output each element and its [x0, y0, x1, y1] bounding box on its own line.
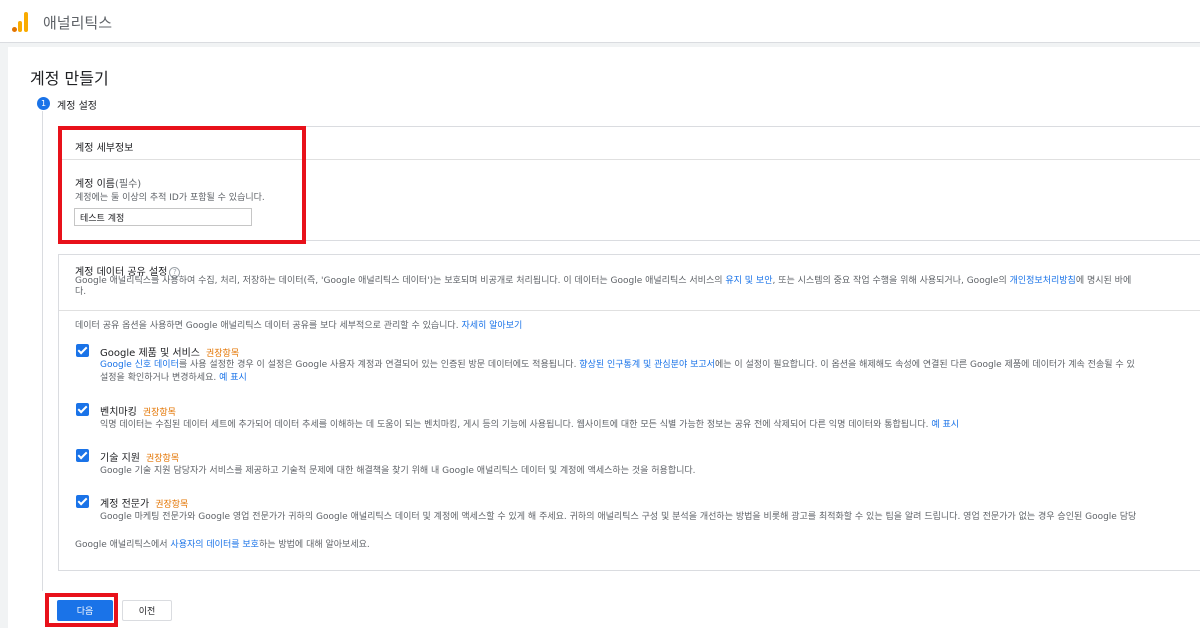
- google-signals-link[interactable]: Google 신호 데이터: [100, 360, 179, 370]
- data-sharing-description-line2: 다.: [75, 287, 87, 297]
- logo-bar-tall: [24, 12, 28, 32]
- stepper-line: [42, 111, 43, 591]
- logo-dot: [12, 27, 17, 32]
- app-title: 애널리틱스: [43, 14, 113, 32]
- highlight-box-next-button: [45, 593, 118, 627]
- option-desc-text: 설정을 확인하거나 변경하세요.: [100, 373, 217, 383]
- data-sharing-card: 계정 데이터 공유 설정? Google 애널리틱스를 사용하여 수집, 처리,…: [58, 254, 1200, 571]
- desc-text-3: 에 명시된 바에: [1075, 276, 1132, 286]
- option-desc-text: 익명 데이터는 수집된 데이터 세트에 추가되어 데이터 추세를 이해하는 데 …: [100, 420, 929, 430]
- recommended-badge: 권장항목: [206, 349, 240, 359]
- data-protection-footer: Google 애널리틱스에서 사용자의 데이터를 보호하는 방법에 대해 알아보…: [75, 540, 370, 551]
- option-technical-support-title: 기술 지원 권장항목: [100, 449, 179, 464]
- step-label: 계정 설정: [57, 101, 97, 112]
- recommended-badge: 권장항목: [142, 408, 176, 418]
- option-google-products-title: Google 제품 및 서비스 권장항목: [100, 344, 239, 359]
- checkbox-google-products[interactable]: [76, 344, 89, 357]
- sharing-intro: 데이터 공유 옵션을 사용하면 Google 애널리틱스 데이터 공유를 보다 …: [75, 321, 522, 332]
- option-desc-text: 에는 이 설정이 필요합니다. 이 옵션을 해제해도 속성에 연결된 다른 Go…: [714, 360, 1135, 370]
- desc-text-1: Google 애널리틱스를 사용하여 수집, 처리, 저장하는 데이터(즉, '…: [75, 276, 726, 286]
- logo-bar-short: [18, 21, 22, 32]
- page-title: 계정 만들기: [30, 69, 109, 88]
- data-sharing-description: Google 애널리틱스를 사용하여 수집, 처리, 저장하는 데이터(즉, '…: [75, 276, 1131, 287]
- option-google-products-desc: Google 신호 데이터를 사용 설정한 경우 이 설정은 Google 사용…: [100, 359, 1135, 371]
- option-title-text: 벤치마킹: [100, 407, 137, 418]
- option-benchmarking-title: 벤치마킹 권장항목: [100, 403, 176, 418]
- option-account-specialists-desc: Google 마케팅 전문가와 Google 영업 전문가가 귀하의 Googl…: [100, 512, 1137, 522]
- top-bar: 애널리틱스: [0, 0, 1200, 43]
- checkbox-account-specialists[interactable]: [76, 495, 89, 508]
- option-technical-support-desc: Google 기술 지원 담당자가 서비스를 제공하고 기술적 문제에 대한 해…: [100, 466, 696, 476]
- step-number-badge: 1: [37, 97, 50, 110]
- privacy-policy-link[interactable]: 개인정보처리방침: [1010, 276, 1076, 286]
- maintenance-security-link[interactable]: 유지 및 보안: [725, 276, 772, 286]
- previous-button[interactable]: 이전: [122, 600, 172, 621]
- option-title-text: 기술 지원: [100, 453, 140, 464]
- recommended-badge: 권장항목: [155, 500, 189, 510]
- option-benchmarking-desc: 익명 데이터는 수집된 데이터 세트에 추가되어 데이터 추세를 이해하는 데 …: [100, 419, 959, 431]
- highlight-box-account-details: [58, 126, 306, 244]
- card-divider: [59, 310, 1200, 311]
- option-title-text: Google 제품 및 서비스: [100, 348, 200, 359]
- analytics-logo-icon[interactable]: [12, 12, 30, 32]
- option-google-products-desc-line2: 설정을 확인하거나 변경하세요. 예 표시: [100, 372, 247, 384]
- protect-data-link[interactable]: 사용자의 데이터를 보호: [170, 540, 259, 550]
- sharing-intro-text: 데이터 공유 옵션을 사용하면 Google 애널리틱스 데이터 공유를 보다 …: [75, 321, 459, 331]
- footer-text: 하는 방법에 대해 알아보세요.: [258, 540, 370, 550]
- learn-more-link[interactable]: 자세히 알아보기: [461, 321, 522, 331]
- option-desc-text: 를 사용 설정한 경우 이 설정은 Google 사용자 계정과 연결되어 있는…: [178, 360, 580, 370]
- show-example-link[interactable]: 예 표시: [219, 373, 247, 383]
- show-example-link[interactable]: 예 표시: [931, 420, 959, 430]
- checkbox-technical-support[interactable]: [76, 449, 89, 462]
- desc-text-2: , 또는 시스템의 중요 작업 수행을 위해 사용되거나, Google의: [772, 276, 1010, 286]
- footer-text: Google 애널리틱스에서: [75, 540, 171, 550]
- option-title-text: 계정 전문가: [100, 499, 150, 510]
- recommended-badge: 권장항목: [145, 454, 180, 464]
- demographics-report-link[interactable]: 향상된 인구통계 및 관심분야 보고서: [579, 360, 715, 370]
- checkbox-benchmarking[interactable]: [76, 403, 89, 416]
- option-account-specialists-title: 계정 전문가 권장항목: [100, 495, 188, 510]
